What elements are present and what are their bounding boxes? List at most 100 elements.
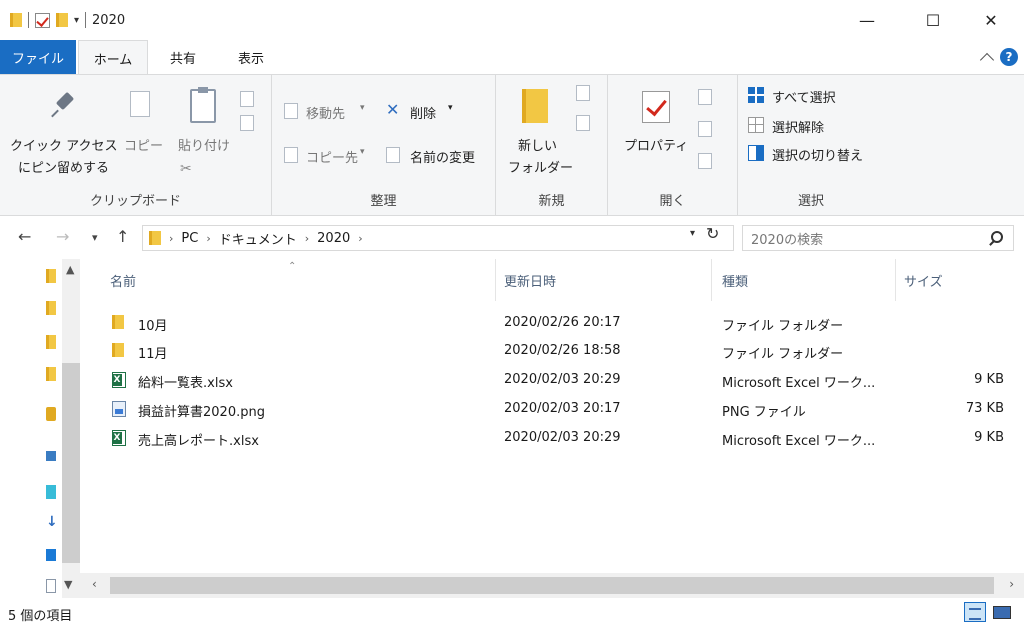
recent-locations-chevron-icon[interactable]: ▾ (92, 231, 98, 244)
edit-icon[interactable] (698, 121, 712, 137)
copy-button[interactable]: コピー (124, 135, 163, 154)
paste-shortcut-icon[interactable] (240, 115, 254, 131)
invert-selection-button[interactable]: 選択の切り替え (772, 145, 863, 164)
collapse-ribbon-chevron-icon[interactable] (979, 52, 995, 67)
invert-selection-icon (748, 145, 764, 161)
folder-icon[interactable] (46, 367, 56, 381)
column-header-size[interactable]: サイズ (896, 259, 1024, 301)
file-row[interactable]: 10月 2020/02/26 20:17 ファイル フォルダー (80, 309, 1024, 337)
search-icon[interactable] (991, 231, 1003, 243)
breadcrumb-chevron-icon[interactable]: › (305, 232, 309, 245)
address-dropdown-chevron-icon[interactable]: ▾ (690, 228, 695, 239)
breadcrumb-chevron-icon[interactable]: › (169, 232, 173, 245)
horizontal-scrollbar-thumb[interactable] (110, 577, 994, 594)
scroll-right-chevron-icon[interactable]: › (1009, 577, 1014, 591)
history-icon[interactable] (698, 153, 712, 169)
item-count: 5 個の項目 (8, 609, 73, 624)
up-arrow-icon[interactable]: ↑ (116, 227, 129, 246)
column-header-name[interactable]: 名前 ⌃ (80, 259, 496, 301)
pc-icon[interactable] (46, 451, 56, 461)
documents-icon[interactable] (46, 579, 56, 593)
file-row[interactable]: 給料一覧表.xlsx 2020/02/03 20:29 Microsoft Ex… (80, 366, 1024, 394)
breadcrumb-pc[interactable]: PC (181, 231, 198, 246)
delete-button[interactable]: 削除 (410, 103, 436, 122)
move-to-chevron-icon[interactable]: ▾ (360, 103, 365, 113)
separator (85, 12, 87, 28)
back-arrow-icon[interactable]: ← (18, 227, 31, 246)
nav-scrollbar-thumb[interactable] (62, 363, 80, 563)
forward-arrow-icon[interactable]: → (56, 227, 69, 246)
cut-icon[interactable]: ✂ (180, 161, 192, 177)
group-label-open: 開く (659, 194, 686, 209)
tab-home[interactable]: ホーム (78, 40, 148, 75)
file-type: ファイル フォルダー (722, 347, 844, 362)
file-row[interactable]: 11月 2020/02/26 18:58 ファイル フォルダー (80, 337, 1024, 365)
help-icon[interactable]: ? (1000, 48, 1018, 66)
refresh-icon[interactable]: ↻ (706, 224, 719, 243)
copy-path-icon[interactable] (240, 91, 254, 107)
new-folder-label: フォルダー (508, 161, 574, 176)
minimize-button[interactable]: — (844, 0, 890, 40)
breadcrumb-documents[interactable]: ドキュメント (219, 229, 297, 248)
tab-view[interactable]: 表示 (218, 40, 284, 74)
copy-to-button[interactable]: コピー先 (306, 147, 358, 166)
customize-toolbar-chevron-icon[interactable]: ▾ (74, 15, 79, 26)
rename-button[interactable]: 名前の変更 (410, 147, 475, 166)
creative-cloud-icon[interactable] (46, 407, 56, 421)
horizontal-scrollbar[interactable]: ‹ › (80, 573, 1024, 598)
properties-icon (642, 91, 670, 123)
column-header-modified[interactable]: 更新日時 (496, 259, 712, 301)
file-row[interactable]: 損益計算書2020.png 2020/02/03 20:17 PNG ファイル … (80, 395, 1024, 423)
folder-icon[interactable] (46, 335, 56, 349)
delete-chevron-icon[interactable]: ▾ (448, 103, 453, 113)
group-label-new: 新規 (538, 194, 565, 209)
3d-objects-icon[interactable] (46, 485, 56, 499)
folder-icon (10, 13, 22, 27)
tab-share[interactable]: 共有 (150, 40, 216, 74)
folder-icon (112, 315, 124, 329)
copy-icon (130, 91, 150, 117)
select-all-button[interactable]: すべて選択 (772, 87, 836, 106)
nav-scroll-down-chevron-icon[interactable]: ▼ (64, 578, 72, 591)
file-type: Microsoft Excel ワーク... (722, 376, 876, 391)
pin-quick-access-button[interactable]: クイック アクセス (10, 135, 117, 154)
properties-button[interactable]: プロパティ (624, 135, 688, 154)
new-folder-button[interactable]: 新しい (518, 135, 557, 154)
maximize-button[interactable]: ☐ (910, 0, 956, 40)
nav-scroll-up-chevron-icon[interactable]: ▲ (66, 263, 74, 276)
paste-button[interactable]: 貼り付け (178, 135, 230, 154)
new-item-icon[interactable] (576, 85, 590, 101)
file-name: 損益計算書2020.png (138, 405, 265, 420)
easy-access-icon[interactable] (576, 115, 590, 131)
group-label-select: 選択 (797, 194, 824, 209)
excel-file-icon (112, 430, 126, 446)
file-row[interactable]: 売上高レポート.xlsx 2020/02/03 20:29 Microsoft … (80, 424, 1024, 452)
new-folder-icon[interactable] (56, 13, 68, 27)
search-box[interactable]: 2020の検索 (742, 225, 1014, 251)
separator (28, 12, 29, 28)
desktop-icon[interactable] (46, 549, 56, 561)
folder-icon[interactable] (46, 269, 56, 283)
close-button[interactable]: ✕ (968, 0, 1014, 40)
details-view-icon[interactable] (964, 602, 986, 622)
folder-icon[interactable] (46, 301, 56, 315)
downloads-icon[interactable]: ↓ (46, 515, 58, 531)
quick-access-toolbar: ▾ 2020 (10, 10, 125, 30)
move-to-icon (284, 103, 298, 119)
address-bar[interactable]: › PC › ドキュメント › 2020 › (142, 225, 734, 251)
breadcrumb-chevron-icon[interactable]: › (206, 232, 210, 245)
select-all-icon (748, 87, 764, 103)
select-none-button[interactable]: 選択解除 (772, 117, 824, 136)
open-icon[interactable] (698, 89, 712, 105)
move-to-button[interactable]: 移動先 (306, 103, 345, 122)
properties-check-icon[interactable] (35, 12, 50, 28)
breadcrumb-chevron-icon[interactable]: › (358, 232, 362, 245)
breadcrumb-2020[interactable]: 2020 (317, 231, 350, 246)
column-header-type[interactable]: 種類 (712, 259, 896, 301)
large-icons-view-icon[interactable] (990, 602, 1012, 622)
scroll-left-chevron-icon[interactable]: ‹ (92, 577, 97, 591)
copy-to-chevron-icon[interactable]: ▾ (360, 147, 365, 157)
column-size-label: サイズ (904, 274, 943, 290)
pin-quick-access-label: にピン留めする (18, 161, 110, 176)
tab-file[interactable]: ファイル (0, 40, 76, 74)
